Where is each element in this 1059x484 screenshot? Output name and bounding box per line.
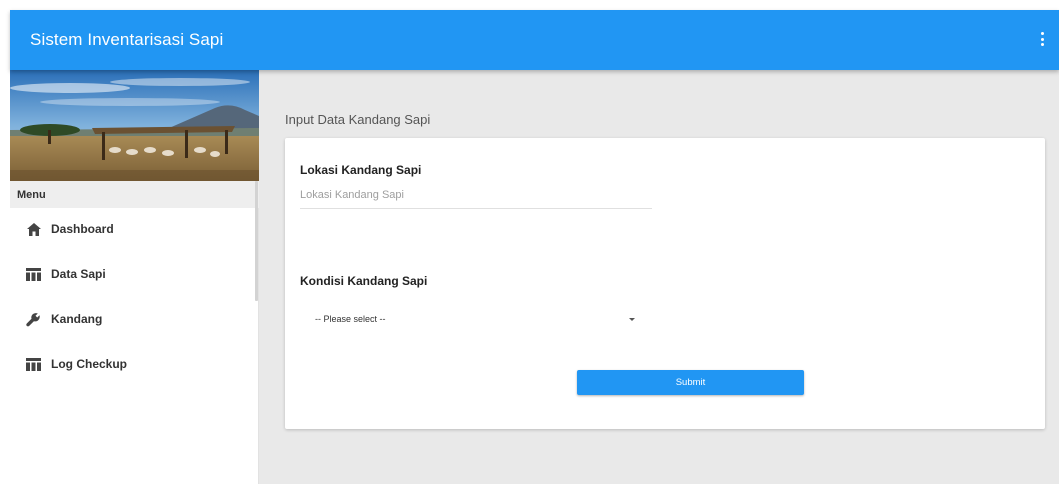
condition-select-value: -- Please select -- [315,314,386,324]
app-window: Sistem Inventarisasi Sapi Menu Dashboard… [0,0,1059,484]
sidebar: Menu Dashboard Data Sapi Kandang Log Che [10,70,259,484]
submit-button[interactable]: Submit [577,370,804,395]
main-content: Input Data Kandang Sapi Lokasi Kandang S… [259,70,1059,484]
table-icon [25,266,42,283]
sidebar-item-log-checkup[interactable]: Log Checkup [10,344,255,384]
more-vert-icon[interactable] [1039,32,1045,48]
sidebar-item-kandang[interactable]: Kandang [10,299,255,339]
sidebar-item-label: Data Sapi [51,267,106,281]
sidebar-banner-image [10,70,259,181]
sidebar-item-label: Kandang [51,312,103,326]
condition-select[interactable]: -- Please select -- [315,310,635,330]
location-field-label: Lokasi Kandang Sapi [300,163,422,177]
condition-field-label: Kondisi Kandang Sapi [300,274,428,288]
app-header: Sistem Inventarisasi Sapi [10,10,1059,70]
sidebar-item-dashboard[interactable]: Dashboard [10,209,255,249]
page-title: Input Data Kandang Sapi [285,112,431,127]
wrench-icon [25,311,42,328]
sidebar-menu-heading: Menu [10,181,259,208]
sidebar-item-label: Dashboard [51,222,114,236]
location-input[interactable] [300,181,652,209]
table-icon [25,356,42,373]
sidebar-item-data-sapi[interactable]: Data Sapi [10,254,255,294]
sidebar-item-label: Log Checkup [51,357,128,371]
form-card: Lokasi Kandang Sapi Kondisi Kandang Sapi… [285,138,1045,429]
app-title: Sistem Inventarisasi Sapi [30,30,224,49]
dropdown-caret-icon [629,318,635,321]
sidebar-scrollbar[interactable] [255,181,258,301]
home-icon [25,221,42,238]
